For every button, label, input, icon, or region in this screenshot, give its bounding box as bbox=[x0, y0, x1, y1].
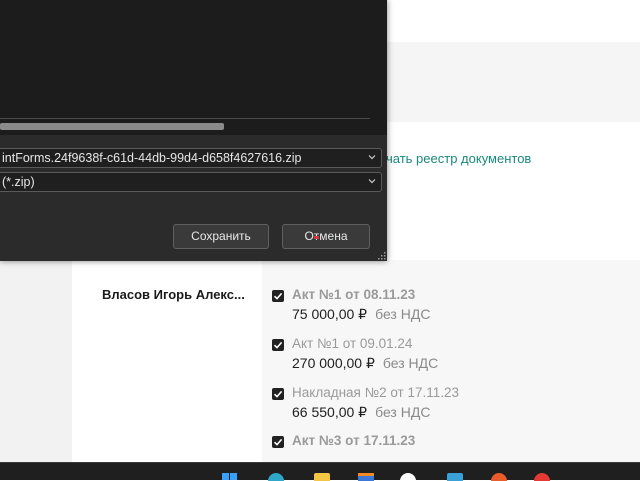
vat-label: без НДС bbox=[375, 306, 431, 322]
vat-label: без НДС bbox=[375, 404, 431, 420]
document-checkbox[interactable] bbox=[272, 290, 284, 302]
page-band bbox=[386, 42, 640, 122]
scrollbar-thumb[interactable] bbox=[0, 123, 224, 130]
document-checkbox[interactable] bbox=[272, 339, 284, 351]
chevron-down-icon[interactable] bbox=[367, 176, 377, 186]
amount-value: 270 000,00 ₽ bbox=[292, 355, 375, 371]
document-checkbox[interactable] bbox=[272, 436, 284, 448]
file-list-divider bbox=[0, 118, 370, 119]
save-file-dialog: intForms.24f9638f-c61d-44db-99d4-d658f46… bbox=[0, 0, 387, 261]
file-type-value: (*.zip) bbox=[2, 175, 35, 189]
file-type-select[interactable]: (*.zip) bbox=[0, 172, 382, 192]
check-icon bbox=[273, 341, 283, 349]
page-card bbox=[386, 122, 640, 260]
cancel-button[interactable]: Отмена bbox=[282, 224, 370, 249]
document-title[interactable]: Акт №3 от 17.11.23 bbox=[292, 433, 415, 448]
print-registry-link[interactable]: чать реестр документов bbox=[386, 151, 531, 166]
resize-grip-icon[interactable] bbox=[377, 251, 386, 260]
taskbar bbox=[0, 462, 640, 481]
amount-value: 66 550,00 ₽ bbox=[292, 404, 368, 420]
document-title[interactable]: Накладная №2 от 17.11.23 bbox=[292, 385, 459, 400]
check-icon bbox=[273, 292, 283, 300]
file-browser-area bbox=[0, 0, 387, 135]
document-checkbox[interactable] bbox=[272, 388, 284, 400]
file-name-field[interactable]: intForms.24f9638f-c61d-44db-99d4-d658f46… bbox=[0, 148, 382, 168]
document-amount: 66 550,00 ₽ без НДС bbox=[292, 404, 430, 421]
document-amount: 75 000,00 ₽ без НДС bbox=[292, 306, 430, 323]
document-title[interactable]: Акт №1 от 08.11.23 bbox=[292, 287, 415, 302]
document-amount: 270 000,00 ₽ без НДС bbox=[292, 355, 438, 372]
check-icon bbox=[273, 390, 283, 398]
save-button[interactable]: Сохранить bbox=[173, 224, 269, 249]
file-name-value: intForms.24f9638f-c61d-44db-99d4-d658f46… bbox=[2, 151, 302, 165]
amount-value: 75 000,00 ₽ bbox=[292, 306, 368, 322]
chevron-down-icon[interactable] bbox=[367, 152, 377, 162]
document-title[interactable]: Акт №1 от 09.01.24 bbox=[292, 336, 412, 351]
vat-label: без НДС bbox=[382, 355, 439, 371]
mouse-cursor bbox=[314, 236, 319, 239]
person-name: Власов Игорь Алекс... bbox=[102, 287, 245, 302]
check-icon bbox=[273, 438, 283, 446]
page-header-area bbox=[386, 0, 640, 42]
